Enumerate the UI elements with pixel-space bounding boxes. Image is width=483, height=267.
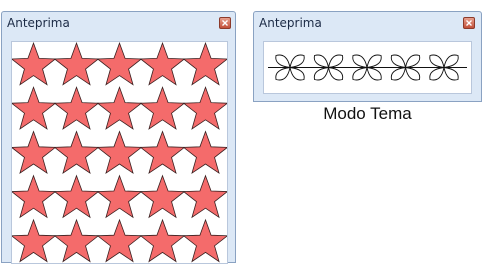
- star-icon: [10, 86, 57, 130]
- caption-label: Modo Tema: [323, 104, 412, 123]
- preview-canvas: [263, 41, 472, 94]
- star-icon: [182, 218, 229, 263]
- star-icon: [96, 41, 143, 86]
- star-icon: [53, 130, 100, 175]
- star-pattern: [10, 41, 229, 263]
- close-icon[interactable]: [219, 17, 231, 29]
- star-icon: [96, 218, 143, 263]
- star-icon: [139, 86, 186, 130]
- star-icon: [53, 41, 100, 86]
- star-icon: [96, 130, 143, 175]
- panel-title: Anteprima: [259, 16, 322, 30]
- star-icon: [139, 218, 186, 263]
- preview-panel-stars: Anteprima: [1, 11, 236, 264]
- star-icon: [182, 41, 229, 86]
- close-icon[interactable]: [463, 17, 475, 29]
- star-icon: [10, 174, 57, 219]
- star-icon: [10, 218, 57, 263]
- star-icon: [53, 86, 100, 130]
- star-icon: [139, 41, 186, 86]
- star-icon: [10, 130, 57, 175]
- star-icon: [182, 130, 229, 175]
- star-icon: [53, 174, 100, 219]
- star-icon: [182, 174, 229, 219]
- star-icon: [53, 218, 100, 263]
- star-icon: [96, 86, 143, 130]
- flower-pattern: [268, 54, 467, 81]
- star-icon: [139, 130, 186, 175]
- star-icon: [96, 174, 143, 219]
- preview-canvas: [10, 41, 229, 264]
- star-icon: [182, 86, 229, 130]
- star-icon: [139, 174, 186, 219]
- preview-panel-theme: Anteprima: [253, 11, 482, 102]
- panel-title: Anteprima: [7, 16, 70, 30]
- star-icon: [10, 41, 57, 86]
